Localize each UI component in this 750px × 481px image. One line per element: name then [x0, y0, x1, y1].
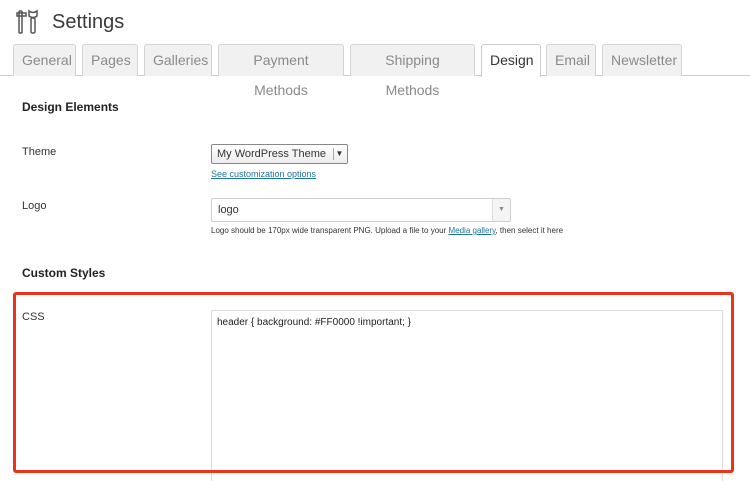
- tab-payment-methods[interactable]: Payment Methods: [218, 44, 344, 98]
- logo-select[interactable]: logo ▼: [211, 198, 511, 222]
- page-title: Settings: [52, 10, 125, 33]
- logo-select-value: logo: [218, 204, 239, 216]
- css-label: CSS: [22, 311, 45, 323]
- tab-shipping-methods[interactable]: Shipping Methods: [350, 44, 475, 98]
- css-textarea[interactable]: header { background: #FF0000 !important;…: [211, 310, 723, 481]
- logo-help-prefix: Logo should be 170px wide transparent PN…: [211, 226, 449, 235]
- theme-label: Theme: [22, 146, 57, 158]
- logo-help-suffix: , then select it here: [495, 226, 564, 235]
- media-gallery-link[interactable]: Media gallery: [448, 226, 495, 235]
- tools-icon: [16, 9, 38, 34]
- design-elements-heading: Design Elements: [22, 100, 119, 114]
- settings-tabs: General Pages Galleries Payment Methods …: [0, 44, 750, 98]
- logo-help-text: Logo should be 170px wide transparent PN…: [211, 226, 563, 235]
- tab-newsletter[interactable]: Newsletter: [602, 44, 682, 76]
- tab-pages[interactable]: Pages: [82, 44, 138, 76]
- tab-email[interactable]: Email: [546, 44, 596, 76]
- tab-galleries[interactable]: Galleries: [144, 44, 212, 76]
- custom-styles-heading: Custom Styles: [22, 266, 106, 280]
- chevron-down-icon: ▼: [333, 148, 345, 160]
- chevron-down-icon: ▼: [492, 199, 510, 221]
- theme-select-value: My WordPress Theme: [217, 148, 327, 160]
- tab-design[interactable]: Design: [481, 44, 541, 77]
- logo-label: Logo: [22, 200, 47, 212]
- page-header: Settings: [16, 6, 124, 38]
- customization-options-link[interactable]: See customization options: [211, 169, 316, 179]
- theme-select[interactable]: My WordPress Theme ▼: [211, 144, 348, 164]
- tab-general[interactable]: General: [13, 44, 76, 76]
